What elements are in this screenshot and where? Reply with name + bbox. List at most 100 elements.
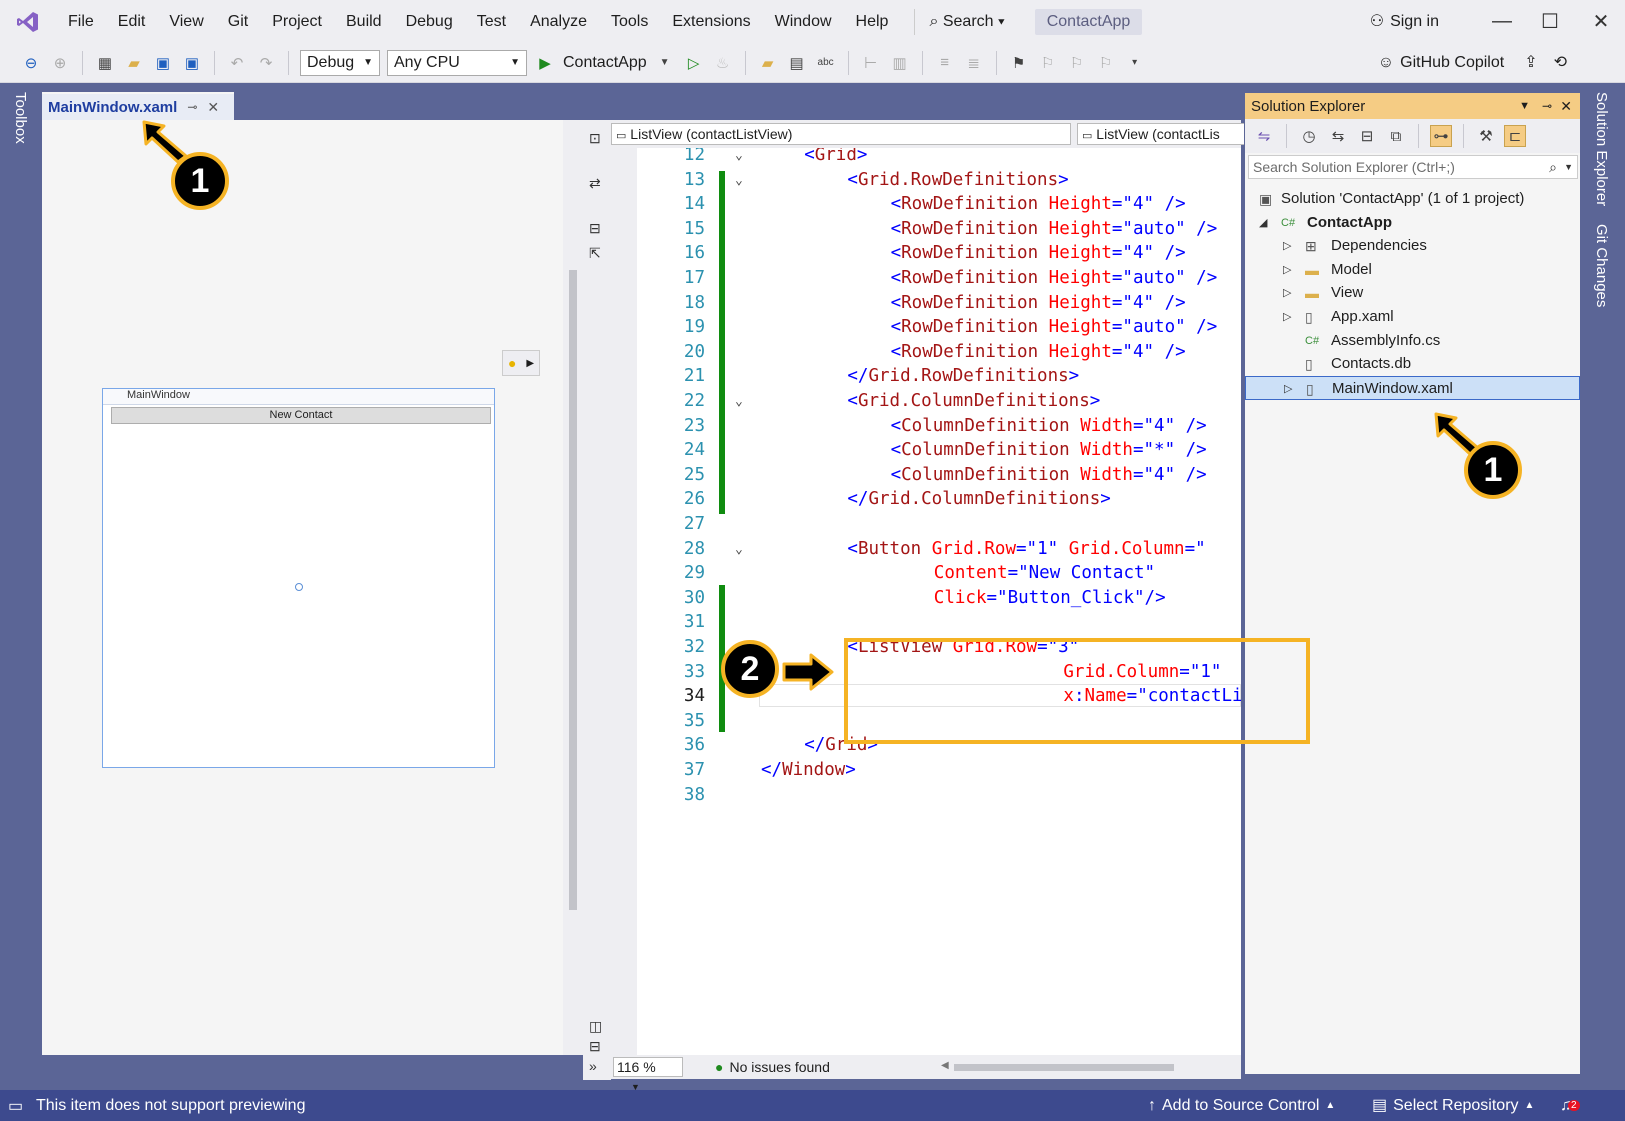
collapse-split-icon[interactable]: » [589,1058,597,1074]
close-tab-icon[interactable]: ✕ [207,99,219,116]
menu-window[interactable]: Window [763,0,844,43]
code-line[interactable]: 24 <ColumnDefinition Width="*" /> [611,438,1241,463]
toolbar-overflow-icon[interactable]: ▾ [1124,52,1146,74]
new-project-icon[interactable]: ▦ [94,52,116,74]
swap-panes-icon[interactable]: ⇄ [589,175,601,192]
tree-item[interactable]: ▷ ▯ MainWindow.xaml [1245,375,1580,400]
preview-toggle-icon[interactable]: ⊏ [1504,125,1526,147]
bookmark-clear-icon[interactable]: ⚐ [1095,52,1117,74]
start-debugging-icon[interactable]: ▶ [534,52,556,74]
solution-platform-select[interactable]: Any CPU ▼ [387,49,527,76]
fold-chevron-icon[interactable]: ⌄ [735,168,743,193]
panel-options-icon[interactable]: ▼ [1519,100,1530,112]
switch-views-icon[interactable]: ⇋ [1253,125,1275,147]
code-line[interactable]: 16 <RowDefinition Height="4" /> [611,241,1241,266]
collapsed-chevron-icon[interactable]: ▷ [1283,258,1291,282]
maximize-button[interactable]: ☐ [1526,0,1574,43]
member-navigation-select[interactable]: ▭ ListView (contactLis [1077,123,1247,145]
tree-item[interactable]: ▣ Solution 'ContactApp' (1 of 1 project) [1245,187,1580,211]
collapse-pane-icon[interactable]: ⊟ [589,220,601,237]
tree-item[interactable]: ▷ ▯ App.xaml [1245,305,1580,329]
menu-tools[interactable]: Tools [599,0,660,43]
menu-edit[interactable]: Edit [106,0,158,43]
tree-item[interactable]: ▷ ▬ View [1245,281,1580,305]
pin-icon[interactable]: ⊸ [1542,99,1552,113]
code-line[interactable]: 23 <ColumnDefinition Width="4" /> [611,414,1241,439]
layout-icon[interactable]: ▤ [786,52,808,74]
code-line[interactable]: 18 <RowDefinition Height="4" /> [611,291,1241,316]
zoom-select[interactable]: 116 % ▼ [613,1057,683,1092]
uncomment-icon[interactable]: ≣ [963,52,985,74]
tree-item[interactable]: C# AssemblyInfo.cs [1245,329,1580,353]
expand-pane-icon[interactable]: ⊡ [589,130,601,147]
menu-extensions[interactable]: Extensions [660,0,762,43]
notifications-button[interactable]: ♫2 [1560,1090,1580,1121]
open-folder-icon[interactable]: ▰ [123,52,145,74]
fold-chevron-icon[interactable]: ⌄ [735,537,743,562]
code-line[interactable]: 15 <RowDefinition Height="auto" /> [611,217,1241,242]
close-panel-icon[interactable]: ✕ [1560,98,1572,115]
quick-actions-button[interactable]: ● ▶ [502,350,540,376]
redo-icon[interactable]: ↷ [255,52,277,74]
code-line[interactable]: 22 ⌄ <Grid.ColumnDefinitions> [611,389,1241,414]
tree-item[interactable]: ▷ ▬ Model [1245,258,1580,282]
menu-git[interactable]: Git [216,0,260,43]
github-copilot-button[interactable]: ☺ GitHub Copilot ⇪ ⟲ [1378,43,1567,83]
menu-test[interactable]: Test [465,0,518,43]
feedback-icon[interactable]: ⟲ [1554,43,1567,83]
code-line[interactable]: 20 <RowDefinition Height="4" /> [611,340,1241,365]
navigate-forward-icon[interactable]: ⊕ [49,52,71,74]
fold-chevron-icon[interactable]: ⌄ [735,148,743,168]
code-line[interactable]: 26 </Grid.ColumnDefinitions> [611,487,1241,512]
show-all-files-icon[interactable]: ⧉ [1385,125,1407,147]
search-options-icon[interactable]: ▼ [1564,156,1573,178]
menu-view[interactable]: View [157,0,215,43]
collapsed-chevron-icon[interactable]: ▷ [1283,281,1291,305]
scroll-left-icon[interactable]: ◀ [941,1060,949,1071]
horizontal-split-icon[interactable]: ⊟ [589,1038,601,1055]
xaml-code-editor[interactable]: 12 ⌄ <Grid> 13 ⌄ <Grid.RowDefinitions> 14 <RowD… [611,148,1241,1055]
visual-studio-logo-icon[interactable] [0,0,56,43]
code-line[interactable]: 29 Content="New Contact" [611,561,1241,586]
spell-check-icon[interactable]: abc [815,52,837,74]
code-line[interactable]: 38 [611,783,1241,808]
designer-scrollbar-thumb[interactable] [569,270,577,910]
menu-debug[interactable]: Debug [394,0,465,43]
code-line[interactable]: 19 <RowDefinition Height="auto" /> [611,315,1241,340]
code-line[interactable]: 21 </Grid.RowDefinitions> [611,364,1241,389]
solution-explorer-side-tab[interactable]: Solution Explorer [1593,92,1610,206]
code-line[interactable]: 30 Click="Button_Click"/> [611,586,1241,611]
designer-center-handle[interactable] [295,583,303,591]
pending-changes-filter-icon[interactable]: ◷ [1298,125,1320,147]
code-line[interactable]: 25 <ColumnDefinition Width="4" /> [611,463,1241,488]
git-changes-side-tab[interactable]: Git Changes [1593,224,1610,307]
navigate-back-icon[interactable]: ⊖ [20,52,42,74]
element-navigation-select[interactable]: ▭ ListView (contactListView) [611,123,1071,145]
code-line[interactable]: 28 ⌄ <Button Grid.Row="1" Grid.Column=" [611,537,1241,562]
horizontal-scrollbar-thumb[interactable] [954,1064,1174,1071]
menu-analyze[interactable]: Analyze [518,0,599,43]
pin-icon[interactable]: ⊸ [187,100,197,114]
comment-icon[interactable]: ≡ [934,52,956,74]
preview-selected-items-icon[interactable]: ⊶ [1430,125,1452,147]
menu-help[interactable]: Help [844,0,901,43]
bookmark-prev-icon[interactable]: ⚐ [1037,52,1059,74]
align-icon[interactable]: ⊢ [860,52,882,74]
collapsed-chevron-icon[interactable]: ▷ [1283,305,1291,329]
fold-chevron-icon[interactable]: ⌄ [735,389,743,414]
select-repository-button[interactable]: ▤ Select Repository ▲ [1372,1090,1534,1121]
bookmark-next-icon[interactable]: ⚐ [1066,52,1088,74]
save-icon[interactable]: ▣ [152,52,174,74]
sign-in-button[interactable]: ⚇ Sign in [1370,0,1439,43]
collapsed-chevron-icon[interactable]: ▷ [1283,234,1291,258]
xaml-designer-surface[interactable]: MainWindow New Contact ● ▶ [42,120,563,1055]
code-line[interactable]: 12 ⌄ <Grid> [611,148,1241,168]
share-icon[interactable]: ⇪ [1524,43,1537,83]
issues-indicator[interactable]: ● No issues found [715,1055,830,1079]
start-debugging-button[interactable]: ContactApp [563,54,647,72]
tree-item[interactable]: ◢ C# ContactApp [1245,211,1580,235]
designer-window-preview[interactable]: MainWindow New Contact [102,388,495,768]
menu-project[interactable]: Project [260,0,334,43]
tree-item[interactable]: ▯ Contacts.db [1245,352,1580,376]
code-line[interactable]: 37 </Window> [611,758,1241,783]
